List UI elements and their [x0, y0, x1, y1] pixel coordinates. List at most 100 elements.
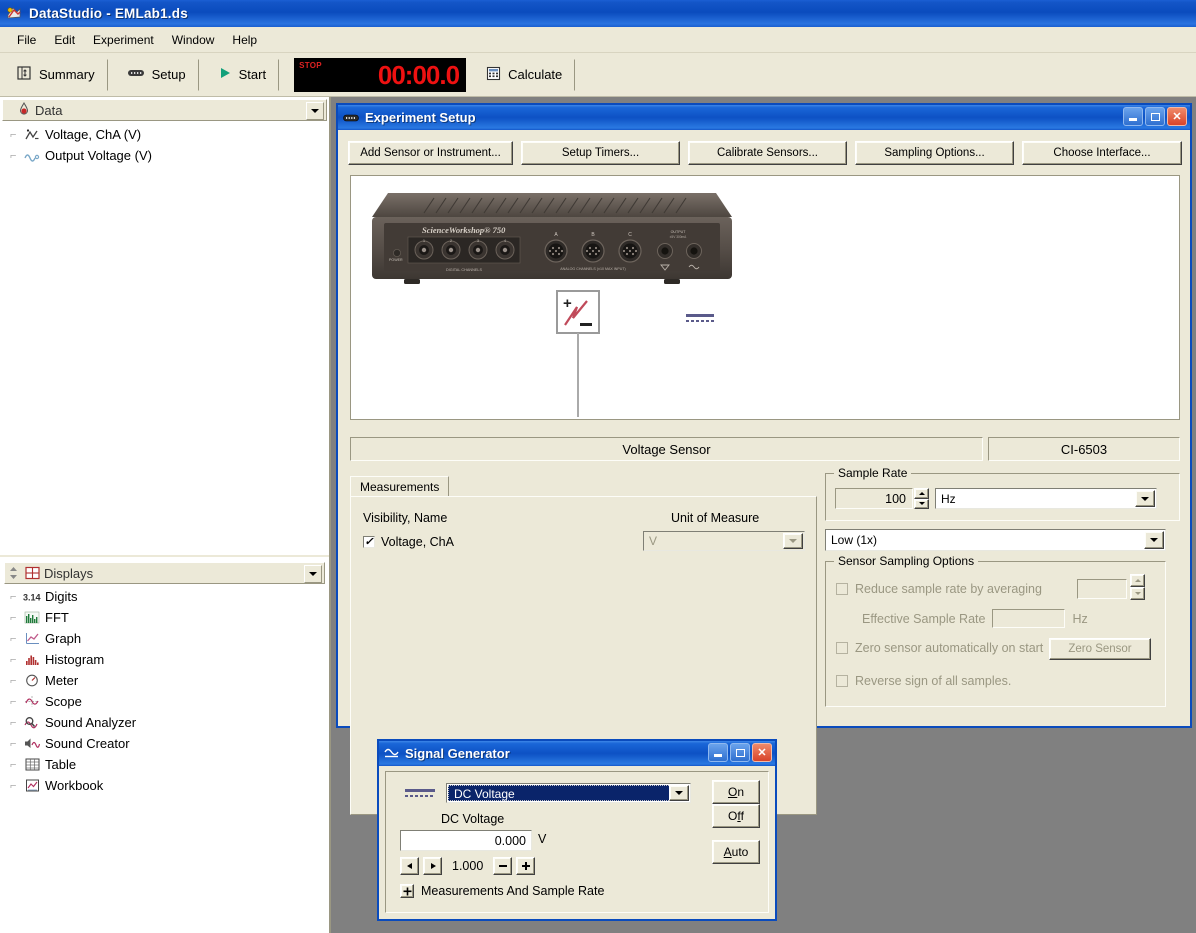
menu-item-file[interactable]: File	[8, 31, 45, 49]
sample-rate-unit-select[interactable]: Hz	[935, 488, 1157, 509]
step-left-button[interactable]	[400, 857, 419, 875]
off-button[interactable]: Off	[712, 804, 760, 828]
waveform-select[interactable]: DC Voltage	[446, 783, 691, 803]
unit-of-measure-select[interactable]: V	[643, 531, 805, 551]
table-icon	[22, 757, 42, 773]
maximize-button[interactable]	[730, 743, 750, 762]
data-item-output-voltage[interactable]: ⌐ Output Voltage (V)	[10, 145, 329, 166]
data-panel-header[interactable]: Data	[2, 99, 327, 121]
experiment-setup-window: Experiment Setup ✕ Add Sensor or Instrum…	[336, 103, 1192, 728]
data-icon	[17, 102, 31, 119]
sample-rate-group-label: Sample Rate	[834, 466, 911, 480]
decrease-step-button[interactable]	[493, 857, 512, 875]
display-item-meter[interactable]: ⌐ Meter	[10, 670, 136, 691]
setup-button[interactable]: Setup	[117, 59, 199, 91]
menu-item-experiment[interactable]: Experiment	[84, 31, 163, 49]
minimize-button[interactable]	[708, 743, 728, 762]
reduce-sample-rate-checkbox[interactable]	[836, 583, 848, 595]
close-button[interactable]: ✕	[752, 743, 772, 762]
setup-label: Setup	[152, 67, 186, 82]
expand-measurements-button[interactable]	[400, 884, 414, 898]
measurements-sample-rate-row[interactable]: Measurements And Sample Rate	[400, 884, 604, 898]
sample-rate-stepper[interactable]	[914, 488, 929, 509]
measurement-visibility-checkbox[interactable]: ✓	[363, 536, 375, 548]
scope-icon	[22, 694, 42, 710]
interface-device-canvas[interactable]: ScienceWorkshop® 750 POWER 1234 DIGITAL …	[350, 175, 1180, 420]
calculate-button[interactable]: Calculate	[476, 59, 575, 91]
signal-generator-buttons: On Off Auto	[712, 780, 760, 864]
experiment-timer-display: STOP 00:00.0	[294, 58, 466, 92]
stepper-up-icon[interactable]	[1130, 574, 1145, 587]
stepper-down-icon[interactable]	[1130, 587, 1145, 600]
effective-sample-rate-label: Effective Sample Rate	[862, 612, 985, 626]
measurement-row: ✓ Voltage, ChA	[363, 535, 454, 549]
minimize-button[interactable]	[1123, 107, 1143, 126]
measurement-name-label: Voltage, ChA	[381, 535, 454, 549]
choose-interface-button[interactable]: Choose Interface...	[1022, 141, 1182, 165]
sample-rate-resolution-select[interactable]: Low (1x)	[825, 529, 1166, 551]
chevron-down-icon	[1135, 490, 1155, 507]
display-item-scope[interactable]: ⌐ Scope	[10, 691, 136, 712]
summary-button[interactable]: Summary	[6, 59, 108, 91]
svg-text:C: C	[628, 232, 632, 238]
zero-sensor-auto-checkbox[interactable]	[836, 642, 848, 654]
experiment-setup-title-bar[interactable]: Experiment Setup ✕	[338, 105, 1190, 130]
data-panel-dropdown-button[interactable]	[306, 102, 324, 120]
displays-panel-dropdown-button[interactable]	[304, 565, 322, 583]
tree-connector: ⌐	[10, 738, 22, 750]
sensor-identity-bar: Voltage Sensor CI-6503	[350, 437, 1180, 461]
data-item-voltage-cha[interactable]: ⌐ Voltage, ChA (V)	[10, 124, 329, 145]
step-value: 1.000	[452, 859, 483, 873]
tree-connector: ⌐	[10, 591, 22, 603]
display-item-histogram[interactable]: ⌐ Histogram	[10, 649, 136, 670]
setup-timers-button[interactable]: Setup Timers...	[521, 141, 680, 165]
reverse-sign-checkbox[interactable]	[836, 675, 848, 687]
display-item-fft[interactable]: ⌐ FFT	[10, 607, 136, 628]
resize-handle-icon	[7, 566, 20, 580]
display-item-graph[interactable]: ⌐ Graph	[10, 628, 136, 649]
display-item-digits[interactable]: ⌐ 3.14 Digits	[10, 586, 136, 607]
start-button[interactable]: Start	[208, 59, 279, 91]
zero-sensor-auto-row: Zero sensor automatically on start	[836, 641, 1043, 655]
display-item-sound-creator[interactable]: ⌐ Sound Creator	[10, 733, 136, 754]
stepper-up-icon[interactable]	[914, 488, 929, 499]
graph-icon	[22, 631, 42, 647]
close-button[interactable]: ✕	[1167, 107, 1187, 126]
signal-generator-title-bar[interactable]: Signal Generator ✕	[379, 741, 775, 766]
menu-item-window[interactable]: Window	[163, 31, 224, 49]
signal-generator-window-controls: ✕	[708, 743, 772, 762]
tree-connector: ⌐	[10, 129, 22, 141]
reduce-sample-rate-value[interactable]	[1077, 579, 1127, 599]
zero-sensor-button[interactable]: Zero Sensor	[1049, 638, 1151, 660]
sampling-options-button[interactable]: Sampling Options...	[855, 141, 1014, 165]
data-item-label: Voltage, ChA (V)	[45, 127, 141, 142]
display-item-sound-analyzer[interactable]: ⌐ Sound Analyzer	[10, 712, 136, 733]
displays-panel-header[interactable]: Displays	[4, 562, 325, 584]
display-item-label: Table	[45, 757, 76, 772]
reduce-sample-rate-stepper[interactable]	[1130, 574, 1145, 600]
panel-splitter[interactable]	[0, 555, 329, 557]
setup-icon	[127, 66, 145, 83]
voltage-sensor-icon[interactable]: +	[547, 289, 607, 419]
step-right-button[interactable]	[423, 857, 442, 875]
displays-panel-title: Displays	[44, 566, 93, 581]
amplitude-input[interactable]: 0.000	[400, 830, 532, 851]
dc-output-icon[interactable]	[684, 312, 718, 326]
dc-waveform-icon	[404, 788, 438, 800]
display-item-table[interactable]: ⌐ Table	[10, 754, 136, 775]
tab-measurements[interactable]: Measurements	[350, 476, 449, 497]
data-item-list: ⌐ Voltage, ChA (V) ⌐	[0, 121, 329, 166]
sample-rate-value[interactable]: 100	[835, 488, 913, 509]
increase-step-button[interactable]	[516, 857, 535, 875]
svg-text:OUTPUT: OUTPUT	[671, 230, 687, 234]
waveform-value: DC Voltage	[448, 785, 689, 801]
on-button[interactable]: On	[712, 780, 760, 804]
calibrate-sensors-button[interactable]: Calibrate Sensors...	[688, 141, 847, 165]
menu-item-help[interactable]: Help	[223, 31, 266, 49]
maximize-button[interactable]	[1145, 107, 1165, 126]
add-sensor-button[interactable]: Add Sensor or Instrument...	[348, 141, 513, 165]
display-item-workbook[interactable]: ⌐ Workbook	[10, 775, 136, 796]
stepper-down-icon[interactable]	[914, 499, 929, 510]
auto-button[interactable]: Auto	[712, 840, 760, 864]
menu-item-edit[interactable]: Edit	[45, 31, 84, 49]
